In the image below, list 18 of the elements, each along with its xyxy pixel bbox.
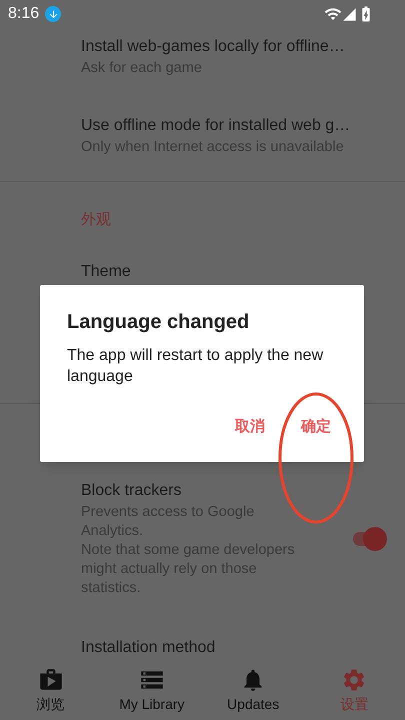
setting-title[interactable]: Block trackers xyxy=(81,479,349,503)
dialog-title: Language changed xyxy=(67,310,250,335)
download-icon xyxy=(45,6,62,22)
dialog-button[interactable]: 确定 xyxy=(301,416,331,438)
setting-title[interactable]: Install web-games locally for offline… xyxy=(81,35,377,59)
nav-tab[interactable]: My Library xyxy=(101,667,202,714)
shopping-bag-icon xyxy=(38,667,64,693)
nav-tab[interactable]: 浏览 xyxy=(0,667,102,714)
setting-title[interactable]: Installation method xyxy=(81,636,377,660)
dialog-button[interactable]: 取消 xyxy=(235,416,265,438)
section-header: 外观 xyxy=(80,210,112,230)
signal-icon xyxy=(342,6,357,22)
setting-title[interactable]: Theme xyxy=(81,260,377,284)
nav-tab[interactable]: 设置 xyxy=(304,667,405,714)
nav-tab[interactable]: Updates xyxy=(202,667,304,714)
setting-title[interactable]: Use offline mode for installed web g… xyxy=(81,114,377,138)
status-time: 8:16 xyxy=(8,4,40,24)
dialog-message: The app will restart to apply the new language xyxy=(67,346,324,387)
